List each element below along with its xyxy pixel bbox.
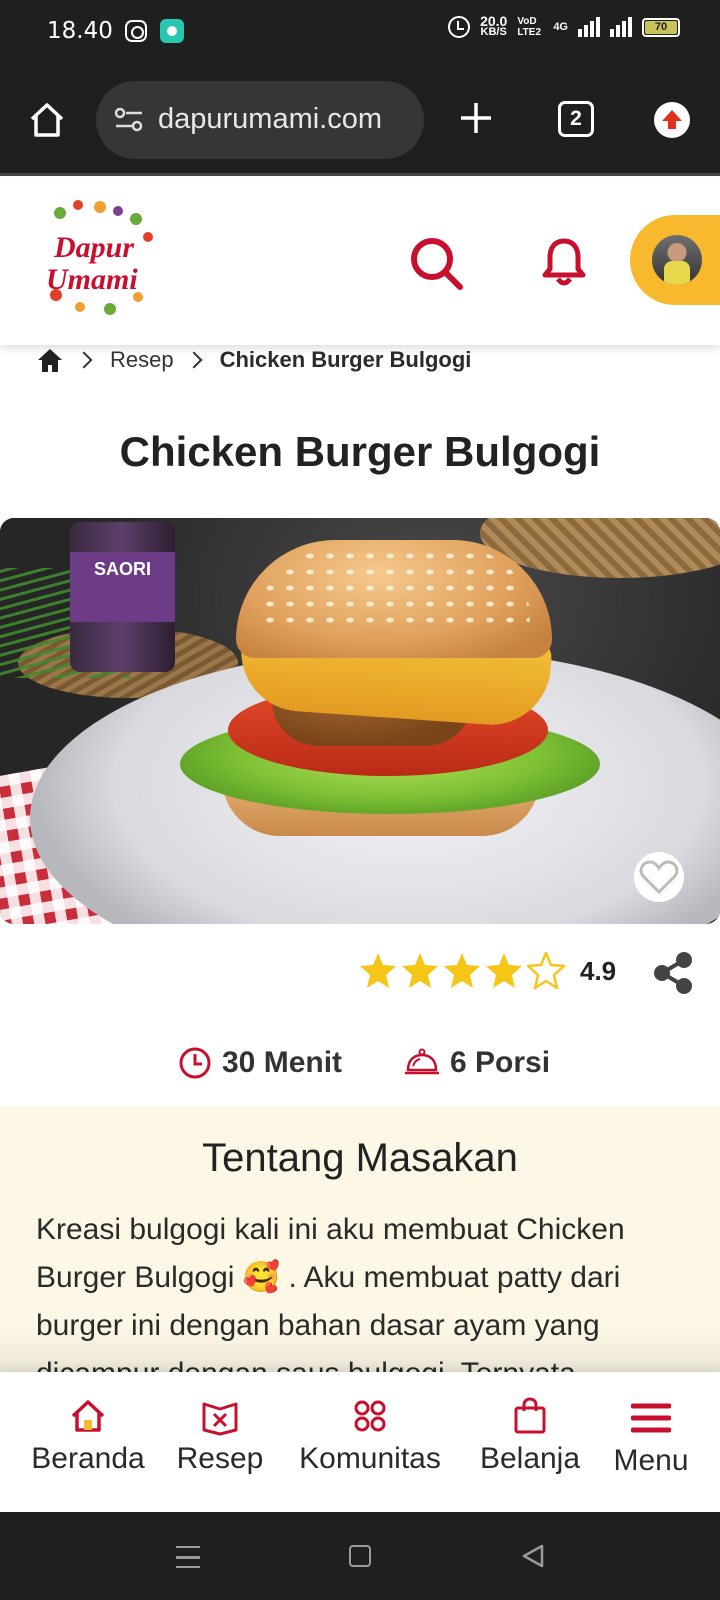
address-bar[interactable]: dapurumami.com <box>96 81 424 159</box>
star-icon[interactable] <box>358 950 398 990</box>
favorite-button[interactable] <box>634 852 684 902</box>
browser-toolbar: dapurumami.com 2 <box>0 64 720 176</box>
rating-stars[interactable] <box>358 950 566 990</box>
search-icon[interactable] <box>408 235 464 291</box>
recipe-image: SAORI <box>0 518 720 924</box>
system-navigation-bar <box>0 1512 720 1600</box>
clock-icon <box>179 1047 211 1079</box>
bell-icon[interactable] <box>540 235 588 287</box>
chevron-right-icon <box>185 351 203 369</box>
bottom-navigation: Beranda Resep Komunitas Belanja Menu <box>0 1372 720 1512</box>
net-speed: 20.0 KB/S <box>480 13 508 38</box>
network-type: 4G <box>553 21 568 33</box>
about-heading: Tentang Masakan <box>202 1136 518 1180</box>
avatar <box>652 235 702 285</box>
page-title: Chicken Burger Bulgogi <box>119 428 601 475</box>
hamburger-menu-icon <box>631 1403 671 1433</box>
nav-resep[interactable]: Resep <box>170 1396 270 1476</box>
star-icon[interactable] <box>526 950 566 990</box>
battery-icon: 70 <box>642 17 680 37</box>
home-icon[interactable] <box>28 101 66 139</box>
volte-indicator: VoD LTE2 <box>517 16 542 38</box>
rating-value: 4.9 <box>580 956 617 986</box>
home-breadcrumb-icon[interactable] <box>36 347 64 373</box>
cloche-icon <box>405 1048 439 1075</box>
recent-apps-icon[interactable] <box>176 1546 200 1568</box>
breadcrumb-item-resep[interactable]: Resep <box>110 347 174 373</box>
status-time: 18.40 <box>47 18 113 44</box>
profile-button[interactable] <box>630 215 720 305</box>
star-icon[interactable] <box>484 950 524 990</box>
url-text[interactable]: dapurumami.com <box>158 103 413 136</box>
tab-switcher-button[interactable]: 2 <box>558 101 594 137</box>
app-notification-icon <box>160 19 184 43</box>
status-bar: 18.40 20.0 KB/S VoD LTE2 4G 70 <box>0 0 720 64</box>
servings: 6 Porsi <box>404 1046 550 1080</box>
nav-belanja-label: Belanja <box>479 1442 581 1475</box>
servings-text: 6 Porsi <box>450 1046 551 1079</box>
recipe-book-icon <box>202 1402 238 1436</box>
cook-time-text: 30 Menit <box>222 1046 343 1079</box>
nav-komunitas[interactable]: Komunitas <box>290 1396 450 1476</box>
nav-menu-label: Menu <box>613 1444 689 1477</box>
signal-icon <box>578 17 600 37</box>
nav-beranda[interactable]: Beranda <box>28 1396 148 1476</box>
home-nav-icon <box>71 1400 105 1432</box>
nav-resep-label: Resep <box>176 1442 264 1475</box>
system-home-icon[interactable] <box>349 1545 371 1567</box>
signal-icon-2 <box>610 17 632 37</box>
chevron-right-icon <box>75 351 93 369</box>
heart-icon <box>639 860 679 895</box>
star-icon[interactable] <box>442 950 482 990</box>
nav-komunitas-label: Komunitas <box>299 1442 441 1475</box>
breadcrumb-current: Chicken Burger Bulgogi <box>219 347 472 372</box>
instagram-icon <box>125 20 147 42</box>
alarm-icon <box>448 16 471 38</box>
star-icon[interactable] <box>400 950 440 990</box>
community-icon <box>354 1400 386 1432</box>
share-icon[interactable] <box>650 950 696 996</box>
nav-menu[interactable]: Menu <box>606 1398 696 1478</box>
site-settings-icon[interactable] <box>114 107 144 133</box>
site-header: Dapur Umami <box>0 179 720 345</box>
new-tab-icon[interactable] <box>458 100 494 136</box>
logo-text-2: Umami <box>46 263 138 296</box>
nav-beranda-label: Beranda <box>31 1442 145 1475</box>
shopping-bag-icon <box>514 1397 546 1434</box>
sauce-jar: SAORI <box>70 522 175 672</box>
back-icon[interactable] <box>520 1543 546 1569</box>
cook-time: 30 Menit <box>178 1046 342 1080</box>
breadcrumb: Resep Chicken Burger Bulgogi <box>36 345 471 375</box>
about-section: Tentang Masakan Kreasi bulgogi kali ini … <box>0 1106 720 1376</box>
update-icon[interactable] <box>654 102 690 138</box>
recipe-meta: 30 Menit 6 Porsi <box>0 1046 720 1086</box>
logo-text-1: Dapur <box>53 231 134 264</box>
nav-belanja[interactable]: Belanja <box>470 1396 590 1476</box>
dapur-umami-logo[interactable]: Dapur Umami <box>40 197 170 317</box>
